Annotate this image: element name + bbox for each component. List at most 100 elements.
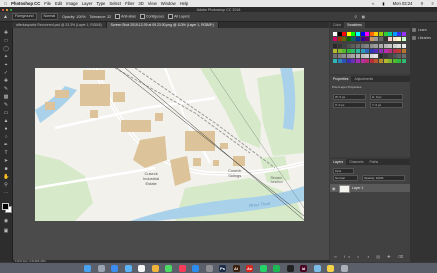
swatch-chip[interactable] (397, 49, 402, 53)
hand-tool-icon[interactable]: ✋ (3, 174, 9, 180)
swatch-chip[interactable] (351, 59, 356, 63)
swatch-chip[interactable] (374, 59, 379, 63)
dock-photos-icon[interactable] (151, 264, 159, 272)
libraries-button[interactable]: Libraries (412, 36, 431, 40)
swatch-chip[interactable] (392, 44, 397, 48)
wifi-icon[interactable]: ≈ (372, 1, 374, 6)
dock-calendar-icon[interactable] (138, 264, 145, 272)
menu-layer[interactable]: Layer (82, 1, 92, 6)
swatch-chip[interactable] (346, 44, 351, 48)
dock-finder-icon[interactable] (84, 264, 91, 272)
swatch-chip[interactable] (402, 49, 406, 53)
swatch-chip[interactable] (388, 54, 393, 58)
swatch-chip[interactable] (392, 37, 397, 41)
swatch-chip[interactable] (369, 54, 374, 58)
swatch-chip[interactable] (383, 44, 388, 48)
dock-notes-icon[interactable] (327, 264, 334, 272)
swatch-chip[interactable] (374, 37, 379, 41)
swatch-chip[interactable] (392, 32, 397, 36)
dock-app-store-icon[interactable] (192, 264, 199, 272)
swatch-chip[interactable] (369, 37, 374, 41)
swatch-chip[interactable] (402, 32, 406, 36)
swatch-chip[interactable] (392, 49, 397, 53)
menu-window[interactable]: Window (161, 1, 176, 6)
swatch-chip[interactable] (346, 37, 351, 41)
screen-mode-icon[interactable]: ▣ (3, 228, 9, 234)
spotlight-icon[interactable]: ⚲ (420, 1, 423, 6)
search-icon[interactable]: ⚲ (354, 15, 357, 19)
menu-app-name[interactable]: Photoshop CC (11, 1, 40, 6)
swatch-chip[interactable] (337, 54, 342, 58)
dock-terminal-icon[interactable] (286, 264, 294, 272)
swatch-chip[interactable] (356, 59, 360, 63)
menu-select[interactable]: Select (109, 1, 121, 6)
clock[interactable]: Mon 03:24 (393, 1, 413, 6)
document-canvas[interactable]: Cuseck Industrial Estate Cuseck Sidings … (35, 68, 304, 221)
swatch-chip[interactable] (360, 37, 365, 41)
eraser-tool-icon[interactable]: ▭ (3, 110, 9, 116)
history-brush-tool-icon[interactable]: ✎ (3, 102, 9, 108)
swatch-chip[interactable] (388, 32, 393, 36)
swatch-chip[interactable] (365, 54, 370, 58)
swatch-chip[interactable] (383, 59, 388, 63)
swatch-chip[interactable] (333, 37, 337, 41)
swatch-chip[interactable] (342, 49, 347, 53)
swatch-chip[interactable] (342, 54, 347, 58)
swatch-chip[interactable] (369, 49, 374, 53)
swatch-chip[interactable] (360, 49, 365, 53)
contiguous-checkbox[interactable]: Contiguous (139, 14, 164, 19)
marquee-tool-icon[interactable]: □ (3, 38, 9, 44)
swatch-chip[interactable] (356, 54, 360, 58)
battery-icon[interactable]: ▮ (382, 1, 384, 6)
dock-trash-icon[interactable] (340, 264, 348, 272)
swatch-chip[interactable] (356, 37, 360, 41)
swatch-chip[interactable] (356, 44, 360, 48)
swatch-chip[interactable] (388, 59, 393, 63)
dodge-tool-icon[interactable]: ○ (3, 134, 9, 140)
swatch-chip[interactable] (388, 49, 393, 53)
swatch-chip[interactable] (346, 32, 351, 36)
swatch-chip[interactable] (333, 32, 337, 36)
swatch-chip[interactable] (402, 59, 406, 63)
lasso-tool-icon[interactable]: ◯ (3, 46, 9, 52)
swatch-chip[interactable] (351, 32, 356, 36)
dock-messages-icon[interactable] (165, 264, 172, 272)
dock-music-icon[interactable] (178, 264, 186, 272)
zoom-tool-icon[interactable]: ⚲ (3, 182, 9, 188)
swatch-chip[interactable] (337, 59, 342, 63)
swatch-chip[interactable] (351, 37, 356, 41)
swatch-chip[interactable] (360, 32, 365, 36)
swatch-chip[interactable] (342, 59, 347, 63)
dock-mail-icon[interactable] (124, 264, 132, 272)
swatch-chip[interactable] (374, 32, 379, 36)
width-field[interactable]: W: 0 px (333, 94, 366, 100)
swatch-chip[interactable] (379, 54, 383, 58)
blend-mode-select[interactable]: Normal (40, 13, 59, 20)
swatch-chip[interactable] (351, 44, 356, 48)
swatch-chip[interactable] (365, 59, 370, 63)
healing-tool-icon[interactable]: ✚ (3, 78, 9, 84)
swatch-chip[interactable] (346, 59, 351, 63)
swatch-chip[interactable] (397, 54, 402, 58)
y-field[interactable]: Y: 0 px (370, 102, 403, 108)
menu-image[interactable]: Image (66, 1, 78, 6)
move-tool-icon[interactable]: ✚ (3, 30, 9, 36)
dock-illustrator-icon[interactable]: Ai (232, 264, 240, 272)
swatch-chip[interactable] (360, 59, 365, 63)
layer-blend-select[interactable]: Normal (333, 175, 358, 181)
type-tool-icon[interactable]: T (3, 150, 9, 156)
blur-tool-icon[interactable]: ● (3, 126, 9, 132)
swatch-chip[interactable] (374, 44, 379, 48)
swatch-chip[interactable] (360, 44, 365, 48)
apple-icon[interactable]:  (4, 1, 7, 6)
swatch-chip[interactable] (397, 32, 402, 36)
swatch-chip[interactable] (333, 44, 337, 48)
menu-file[interactable]: File (44, 1, 51, 6)
dock-acrobat-icon[interactable]: Ac (246, 264, 253, 272)
antialias-checkbox[interactable]: Anti-alias (115, 14, 136, 19)
pen-tool-icon[interactable]: ✒ (3, 142, 9, 148)
layer-name[interactable]: Layer 1 (352, 186, 363, 190)
dock-photoshop-icon[interactable]: Ps (219, 264, 226, 272)
quick-mask-icon[interactable]: ◉ (3, 218, 9, 224)
swatch-chip[interactable] (388, 44, 393, 48)
